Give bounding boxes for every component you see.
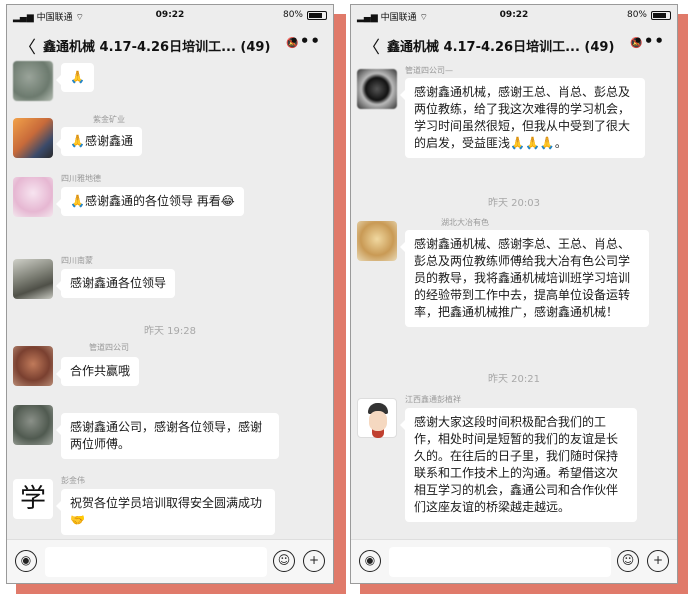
chat-title-bar: 〈 鑫通机械 4.17-4.26日培训工... (49) 🔕 •••: [7, 27, 333, 61]
avatar[interactable]: [357, 69, 397, 109]
avatar[interactable]: [13, 346, 53, 386]
chevron-left-icon[interactable]: 〈: [19, 33, 36, 58]
message-bubble[interactable]: 感谢鑫通机械，感谢王总、肖总、彭总及两位教练，给了我这次难得的学习机会，学习时间…: [400, 78, 645, 158]
sender-name: 四川南蒙: [61, 256, 93, 265]
avatar[interactable]: [13, 259, 53, 299]
message-bubble[interactable]: 感谢鑫通机械、感谢李总、王总、肖总、彭总及两位教练师傅给我大冶有色公司学员的教导…: [400, 230, 649, 327]
avatar[interactable]: [13, 405, 53, 445]
avatar[interactable]: [13, 118, 53, 158]
emoji-icon[interactable]: ☺: [617, 550, 639, 572]
avatar[interactable]: [357, 398, 397, 438]
message-bubble[interactable]: 感谢大家这段时间积极配合我们的工作，相处时间是短暂的我们的友谊是长久的。在往后的…: [400, 408, 637, 522]
voice-icon[interactable]: ◉: [15, 550, 37, 572]
chat-screen-left: ▂▄▆ 中国联通 ⌔ 09:22 80% 〈 鑫通机械 4.17-4.26日培训…: [6, 4, 334, 584]
voice-icon[interactable]: ◉: [359, 550, 381, 572]
message-bubble[interactable]: 祝贺各位学员培训取得安全圆满成功🤝: [56, 489, 275, 535]
message-bubble[interactable]: 合作共赢哦: [55, 357, 140, 386]
sender-name: 管道四公司: [89, 343, 129, 352]
sender-name: 江西鑫通彭植祥: [405, 395, 461, 404]
message-input[interactable]: [45, 547, 267, 577]
plus-circle-icon[interactable]: +: [303, 550, 325, 572]
status-bar: ▂▄▆ 中国联通 ⌔ 09:22 80%: [351, 5, 677, 27]
sender-name: 四川雅地德: [61, 174, 101, 183]
battery-percent: 80%: [626, 10, 647, 20]
emoji-icon[interactable]: ☺: [273, 550, 295, 572]
battery-icon: [307, 11, 327, 20]
avatar[interactable]: [13, 61, 53, 101]
battery-percent: 80%: [282, 10, 303, 20]
timestamp: 昨天 19:28: [144, 326, 196, 337]
status-bar: ▂▄▆ 中国联通 ⌔ 09:22 80%: [7, 5, 333, 27]
message-bubble[interactable]: 感谢鑫通公司，感谢各位领导，感谢两位师傅。: [56, 413, 279, 459]
more-dots-icon[interactable]: •••: [633, 32, 665, 50]
chat-input-bar: ◉ ☺ +: [351, 539, 677, 583]
message-bubble[interactable]: 🙏: [56, 63, 94, 92]
chat-title: 鑫通机械 4.17-4.26日培训工... (49): [43, 40, 271, 55]
message-bubble[interactable]: 🙏感谢鑫通: [56, 127, 142, 156]
message-bubble[interactable]: 🙏感谢鑫通的各位领导 再看😂: [56, 187, 244, 216]
sender-name: 湖北大冶有色: [441, 218, 489, 227]
avatar[interactable]: [357, 221, 397, 261]
sender-name: 彭金伟: [61, 476, 85, 485]
chat-title: 鑫通机械 4.17-4.26日培训工... (49): [387, 40, 615, 55]
message-input[interactable]: [389, 547, 611, 577]
plus-circle-icon[interactable]: +: [647, 550, 669, 572]
sender-name: 管道四公司—: [405, 66, 453, 75]
chevron-left-icon[interactable]: 〈: [363, 33, 380, 58]
battery-icon: [651, 11, 671, 20]
sender-name: 紫金矿业: [93, 115, 125, 124]
chat-title-bar: 〈 鑫通机械 4.17-4.26日培训工... (49) 🔕 •••: [351, 27, 677, 61]
chat-input-bar: ◉ ☺ +: [7, 539, 333, 583]
timestamp: 昨天 20:03: [488, 198, 540, 209]
message-bubble[interactable]: 感谢鑫通各位领导: [55, 269, 176, 298]
chat-screen-right: ▂▄▆ 中国联通 ⌔ 09:22 80% 〈 鑫通机械 4.17-4.26日培训…: [350, 4, 678, 584]
avatar[interactable]: 学: [13, 479, 53, 519]
avatar[interactable]: [13, 177, 53, 217]
timestamp: 昨天 20:21: [488, 374, 540, 385]
more-dots-icon[interactable]: •••: [289, 32, 321, 50]
